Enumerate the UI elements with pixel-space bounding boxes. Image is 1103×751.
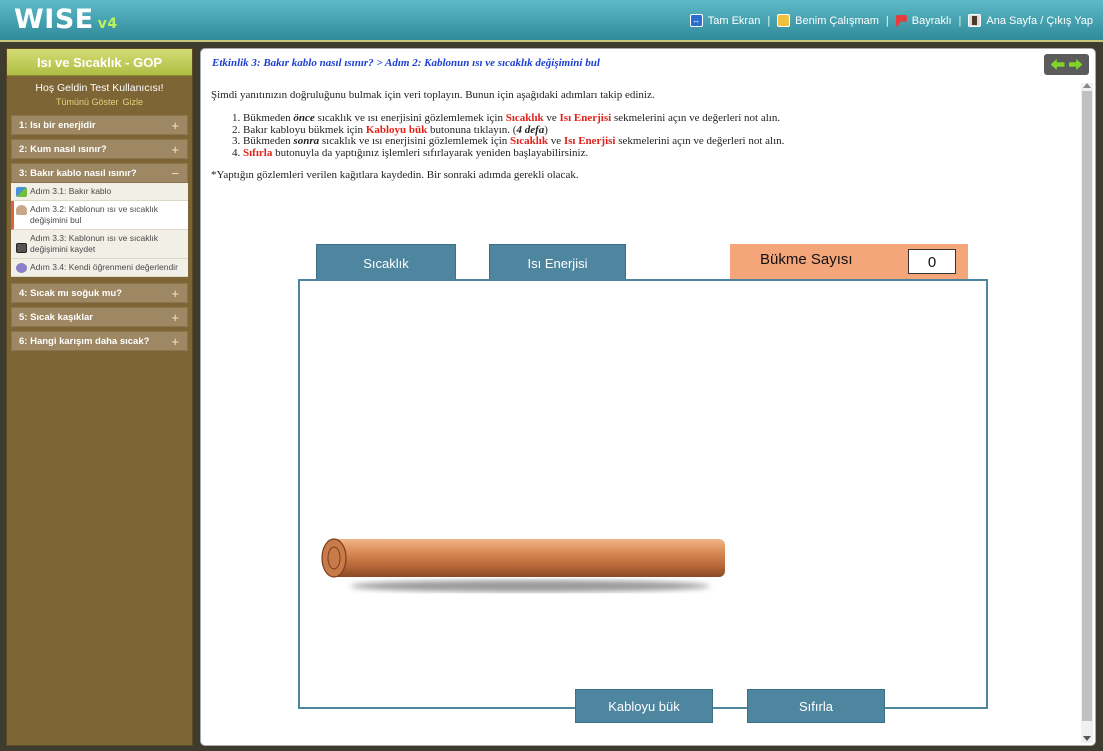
copper-wire [321, 538, 725, 592]
top-nav: ↔ Tam Ekran | Benim Çalışmam | Bayraklı |… [689, 14, 1093, 27]
full-screen-label: Tam Ekran [707, 14, 761, 27]
activity-5[interactable]: 5: Sıcak kaşıklar + [11, 307, 188, 327]
activity-2[interactable]: 2: Kum nasıl ısınır? + [11, 139, 188, 159]
note-icon [16, 243, 27, 253]
simulation-panel: Kabloyu bük Sıfırla [298, 279, 988, 723]
previous-step-arrow-icon[interactable] [1050, 59, 1065, 70]
show-all-link[interactable]: Tümünü Göster [56, 97, 119, 107]
step-label: Adım 3.4: Kendi öğrenmeni değerlendir [30, 262, 178, 272]
collapse-icon: − [171, 166, 179, 181]
activity-3-steps: Adım 3.1: Bakır kablo Adım 3.2: Kablonun… [11, 183, 188, 277]
wire-shadow [350, 580, 710, 592]
wire-body [332, 539, 725, 577]
intro-text: Şimdi yanıtınızın doğruluğunu bulmak içi… [211, 89, 655, 101]
activity-4[interactable]: 4: Sıcak mı soğuk mu? + [11, 283, 188, 303]
expand-icon: + [171, 286, 179, 301]
wire-end [321, 538, 347, 578]
step-navigation [1044, 54, 1089, 75]
nav-divider: | [767, 14, 771, 27]
next-step-arrow-icon[interactable] [1068, 59, 1083, 70]
reset-button[interactable]: Sıfırla [747, 689, 885, 723]
activity-1[interactable]: 1: Isı bir enerjidir + [11, 115, 188, 135]
scroll-thumb[interactable] [1082, 91, 1092, 721]
project-title: Isı ve Sıcaklık - GOP [7, 49, 192, 76]
breadcrumb: Etkinlik 3: Bakır kablo nasıl ısınır? > … [212, 57, 600, 69]
welcome-text: Hoş Geldin Test Kullanıcısı! [35, 82, 164, 94]
step-3-1[interactable]: Adım 3.1: Bakır kablo [11, 183, 188, 201]
graph-icon [16, 187, 27, 197]
full-screen-link[interactable]: ↔ Tam Ekran [689, 14, 761, 27]
expand-icon: + [171, 334, 179, 349]
logo-text: WISE [14, 4, 94, 35]
home-exit-link[interactable]: Ana Sayfa / Çıkış Yap [968, 14, 1093, 27]
expand-icon: + [171, 142, 179, 157]
step-3-4[interactable]: Adım 3.4: Kendi öğrenmeni değerlendir [11, 259, 188, 277]
step-content: Şimdi yanıtınızın doğruluğunu bulmak içi… [211, 89, 1071, 181]
activity-label: 2: Kum nasıl ısınır? [19, 144, 107, 155]
step-label: Adım 3.1: Bakır kablo [30, 186, 112, 196]
bend-counter: Bükme Sayısı 0 [730, 244, 968, 279]
bend-count-label: Bükme Sayısı [760, 251, 853, 268]
version-label: v4 [97, 16, 118, 32]
activity-label: 1: Isı bir enerjidir [19, 120, 96, 131]
door-icon [968, 14, 982, 27]
vertical-scrollbar[interactable] [1081, 83, 1093, 743]
step-3-2[interactable]: Adım 3.2: Kablonun ısı ve sıcaklık değiş… [11, 201, 188, 230]
flagged-link[interactable]: Bayraklı [895, 14, 952, 27]
tab-heat-energy[interactable]: Isı Enerjisi [489, 244, 626, 280]
people-icon [16, 263, 27, 273]
activity-3[interactable]: 3: Bakır kablo nasıl ısınır? − [11, 163, 188, 183]
tab-temperature[interactable]: Sıcaklık [316, 244, 456, 280]
welcome-box: Hoş Geldin Test Kullanıcısı! Tümünü Göst… [7, 76, 192, 115]
activity-label: 3: Bakır kablo nasıl ısınır? [19, 168, 137, 179]
nav-divider: | [958, 14, 962, 27]
wire-simulation: Sıcaklık Isı Enerjisi Bükme Sayısı 0 Kab… [298, 244, 988, 723]
activity-6[interactable]: 6: Hangi karışım daha sıcak? + [11, 331, 188, 351]
bend-wire-button[interactable]: Kabloyu bük [575, 689, 713, 723]
nav-divider: | [885, 14, 889, 27]
full-screen-icon: ↔ [689, 14, 703, 27]
flagged-label: Bayraklı [911, 14, 952, 27]
step-label: Adım 3.3: Kablonun ısı ve sıcaklık değiş… [30, 233, 159, 254]
scroll-up-icon[interactable] [1083, 83, 1091, 88]
main-panel: Etkinlik 3: Bakır kablo nasıl ısınır? > … [200, 48, 1096, 746]
step-label: Adım 3.2: Kablonun ısı ve sıcaklık değiş… [30, 204, 159, 225]
note-text: *Yaptığın gözlemleri verilen kağıtlara k… [211, 169, 579, 181]
wise-logo[interactable]: WISE v4 [14, 4, 118, 35]
my-work-link[interactable]: Benim Çalışmam [777, 14, 879, 27]
bend-count-value: 0 [908, 249, 956, 274]
activity-label: 6: Hangi karışım daha sıcak? [19, 336, 150, 347]
instruction-4: 4. Sıfırla butonuyla da yaptığınız işlem… [232, 146, 589, 159]
expand-icon: + [171, 310, 179, 325]
expand-icon: + [171, 118, 179, 133]
hide-link[interactable]: Gizle [123, 97, 144, 107]
activity-label: 5: Sıcak kaşıklar [19, 312, 93, 323]
person-icon [16, 205, 27, 215]
sidebar: Isı ve Sıcaklık - GOP Hoş Geldin Test Ku… [6, 48, 193, 746]
instruction-list: 1. Bükmeden önce sıcaklık ve ısı enerjis… [211, 112, 1071, 159]
scroll-down-icon[interactable] [1083, 736, 1091, 741]
my-work-icon [777, 14, 791, 27]
activity-label: 4: Sıcak mı soğuk mu? [19, 288, 122, 299]
show-hide-controls: Tümünü Göster Gizle [7, 97, 192, 107]
my-work-label: Benim Çalışmam [795, 14, 879, 27]
top-bar: WISE v4 ↔ Tam Ekran | Benim Çalışmam | Bay… [0, 0, 1103, 42]
step-3-3[interactable]: Adım 3.3: Kablonun ısı ve sıcaklık değiş… [11, 230, 188, 259]
flag-icon [895, 14, 907, 27]
home-exit-label: Ana Sayfa / Çıkış Yap [986, 14, 1093, 27]
